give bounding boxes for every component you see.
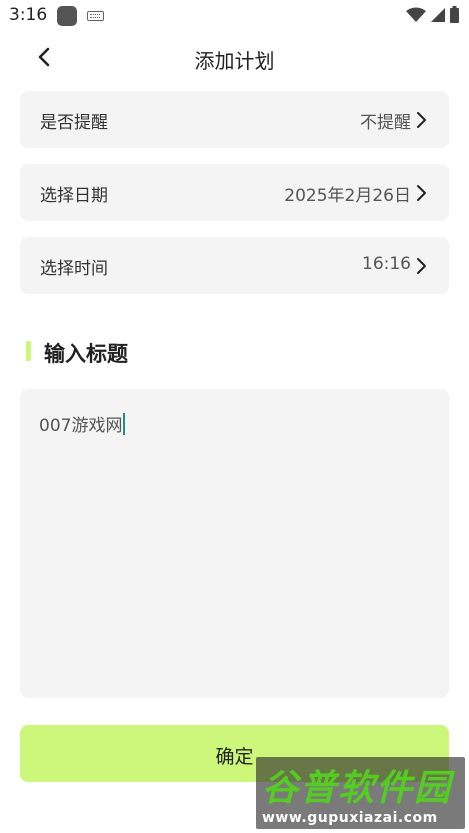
status-time: 3:16 [9, 5, 48, 25]
chevron-right-icon [417, 185, 426, 201]
date-label: 选择日期 [40, 186, 108, 206]
watermark-url: www.gupuxiazai.com [262, 810, 438, 826]
watermark: 谷普软件园 www.gupuxiazai.com [256, 757, 465, 829]
battery-icon [450, 6, 459, 23]
watermark-logo: 谷普软件园 [262, 768, 453, 809]
status-bar: 3:16 [0, 0, 469, 32]
status-icons [406, 6, 459, 23]
time-label: 选择时间 [40, 259, 108, 279]
keyboard-icon [87, 11, 104, 21]
time-row[interactable]: 选择时间 16:16 [20, 237, 449, 294]
section-accent-bar [26, 341, 31, 361]
reminder-row[interactable]: 是否提醒 不提醒 [20, 91, 449, 148]
date-row[interactable]: 选择日期 2025年2月26日 [20, 164, 449, 221]
date-value: 2025年2月26日 [284, 186, 411, 206]
text-caret [123, 413, 126, 435]
time-value: 16:16 [362, 254, 411, 274]
chevron-right-icon [417, 112, 426, 128]
reminder-label: 是否提醒 [40, 113, 108, 133]
section-title: 输入标题 [44, 342, 128, 366]
reminder-value: 不提醒 [360, 113, 411, 133]
header: 添加计划 [0, 36, 469, 80]
title-input-value: 007游戏网 [39, 411, 126, 436]
app-notification-icon [57, 6, 77, 26]
title-input-text: 007游戏网 [39, 416, 123, 436]
page-title: 添加计划 [194, 49, 275, 73]
chevron-right-icon [417, 258, 426, 274]
signal-icon [431, 7, 445, 22]
wifi-icon [406, 7, 426, 22]
title-textarea[interactable]: 007游戏网 [20, 389, 449, 698]
